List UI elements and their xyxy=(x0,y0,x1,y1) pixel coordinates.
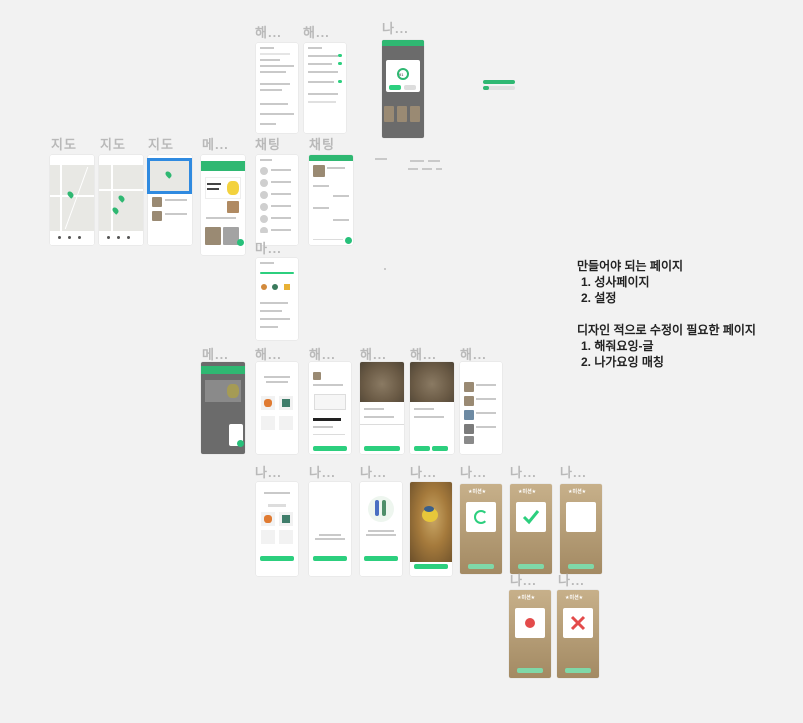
close-icon xyxy=(570,615,586,631)
frame-label[interactable]: 나... xyxy=(510,462,537,481)
frame-post-list[interactable] xyxy=(460,362,502,454)
notes-text-block[interactable]: 만들어야 되는 페이지 1. 성사페이지 2. 설정 디자인 적으로 수정이 필… xyxy=(577,258,756,370)
percent-text: 91 xyxy=(399,72,404,77)
notes-title: 만들어야 되는 페이지 xyxy=(577,259,684,273)
frame-label[interactable]: 지도 xyxy=(148,134,174,153)
frame-chat-room[interactable] xyxy=(309,155,353,245)
match-badge: ★미션★ xyxy=(565,595,584,601)
frame-match-loading[interactable]: ★미션★ xyxy=(460,484,502,574)
frame-label[interactable]: 나... xyxy=(510,570,537,589)
component-snippet[interactable] xyxy=(410,160,424,162)
match-badge: ★미션★ xyxy=(518,489,537,495)
frame-label[interactable]: 채팅 xyxy=(255,134,281,153)
frame-label[interactable]: 메... xyxy=(202,344,229,363)
frame-label[interactable]: 채팅 xyxy=(309,134,335,153)
frame-label[interactable]: 나... xyxy=(382,18,409,37)
frame-write-form[interactable] xyxy=(309,362,351,454)
frame-menu-home[interactable] xyxy=(201,155,245,255)
frame-post-detail-2[interactable] xyxy=(410,362,454,454)
frame-menu-overlay[interactable] xyxy=(201,362,245,454)
frame-label[interactable]: 메... xyxy=(202,134,229,153)
notes-item: 2. 나가요잉 매칭 xyxy=(581,355,664,369)
notes-item: 2. 설정 xyxy=(581,291,617,305)
frame-post-detail-1[interactable] xyxy=(360,362,404,454)
frame-map-2[interactable] xyxy=(99,155,143,245)
frame-chat-list[interactable] xyxy=(256,155,298,245)
selection-box[interactable] xyxy=(147,158,192,194)
frame-label[interactable]: 나... xyxy=(360,462,387,481)
component-snippet[interactable] xyxy=(375,158,387,160)
frame-select-type[interactable] xyxy=(256,362,298,454)
component-snippet[interactable] xyxy=(408,168,418,170)
component-bar-fill xyxy=(483,86,489,90)
frame-label[interactable]: 해... xyxy=(309,344,336,363)
frame-label[interactable]: 지도 xyxy=(51,134,77,153)
frame-label[interactable]: 해... xyxy=(255,344,282,363)
frame-label[interactable]: 마... xyxy=(255,238,282,257)
frame-na-bird[interactable] xyxy=(410,482,452,576)
notes-item: 1. 성사페이지 xyxy=(581,275,650,289)
match-badge: ★미션★ xyxy=(468,489,487,495)
frame-mypage[interactable] xyxy=(256,258,298,340)
frame-na-matching[interactable] xyxy=(360,482,402,576)
frame-match-success[interactable]: ★미션★ xyxy=(510,484,552,574)
component-bar[interactable] xyxy=(483,80,515,84)
frame-label[interactable]: 해... xyxy=(410,344,437,363)
frame-label[interactable]: 나... xyxy=(560,462,587,481)
frame-label[interactable]: 나... xyxy=(460,462,487,481)
frame-match-fail-1[interactable]: ★미션★ xyxy=(509,590,551,678)
check-icon xyxy=(522,510,540,525)
frame-progress-modal[interactable]: 91 xyxy=(382,40,424,138)
frame-settings-1[interactable] xyxy=(256,43,298,133)
frame-label[interactable]: 나... xyxy=(558,570,585,589)
notes-title: 디자인 적으로 수정이 필요한 페이지 xyxy=(577,323,756,337)
frame-label[interactable]: 나... xyxy=(255,462,282,481)
frame-label[interactable]: 해... xyxy=(255,22,282,41)
frame-na-select[interactable] xyxy=(256,482,298,576)
match-badge: ★미션★ xyxy=(568,489,587,495)
frame-map-1[interactable] xyxy=(50,155,94,245)
design-canvas[interactable]: 해... 해... 나... 91 지도 지도 지도 메... 채팅 채팅 마.… xyxy=(0,0,803,723)
match-badge: ★미션★ xyxy=(517,595,536,601)
frame-label[interactable]: 나... xyxy=(410,462,437,481)
frame-match-empty[interactable]: ★미션★ xyxy=(560,484,602,574)
frame-label[interactable]: 해... xyxy=(460,344,487,363)
frame-settings-2[interactable] xyxy=(304,43,346,133)
frame-label[interactable]: 지도 xyxy=(100,134,126,153)
frame-na-waiting[interactable] xyxy=(309,482,351,576)
component-snippet[interactable] xyxy=(384,268,386,270)
component-snippet[interactable] xyxy=(436,168,442,170)
frame-label[interactable]: 나... xyxy=(309,462,336,481)
notes-item: 1. 해줘요잉-글 xyxy=(581,339,654,353)
frame-label[interactable]: 해... xyxy=(303,22,330,41)
component-snippet[interactable] xyxy=(422,168,432,170)
frame-match-fail-2[interactable]: ★미션★ xyxy=(557,590,599,678)
component-snippet[interactable] xyxy=(428,160,440,162)
frame-label[interactable]: 해... xyxy=(360,344,387,363)
